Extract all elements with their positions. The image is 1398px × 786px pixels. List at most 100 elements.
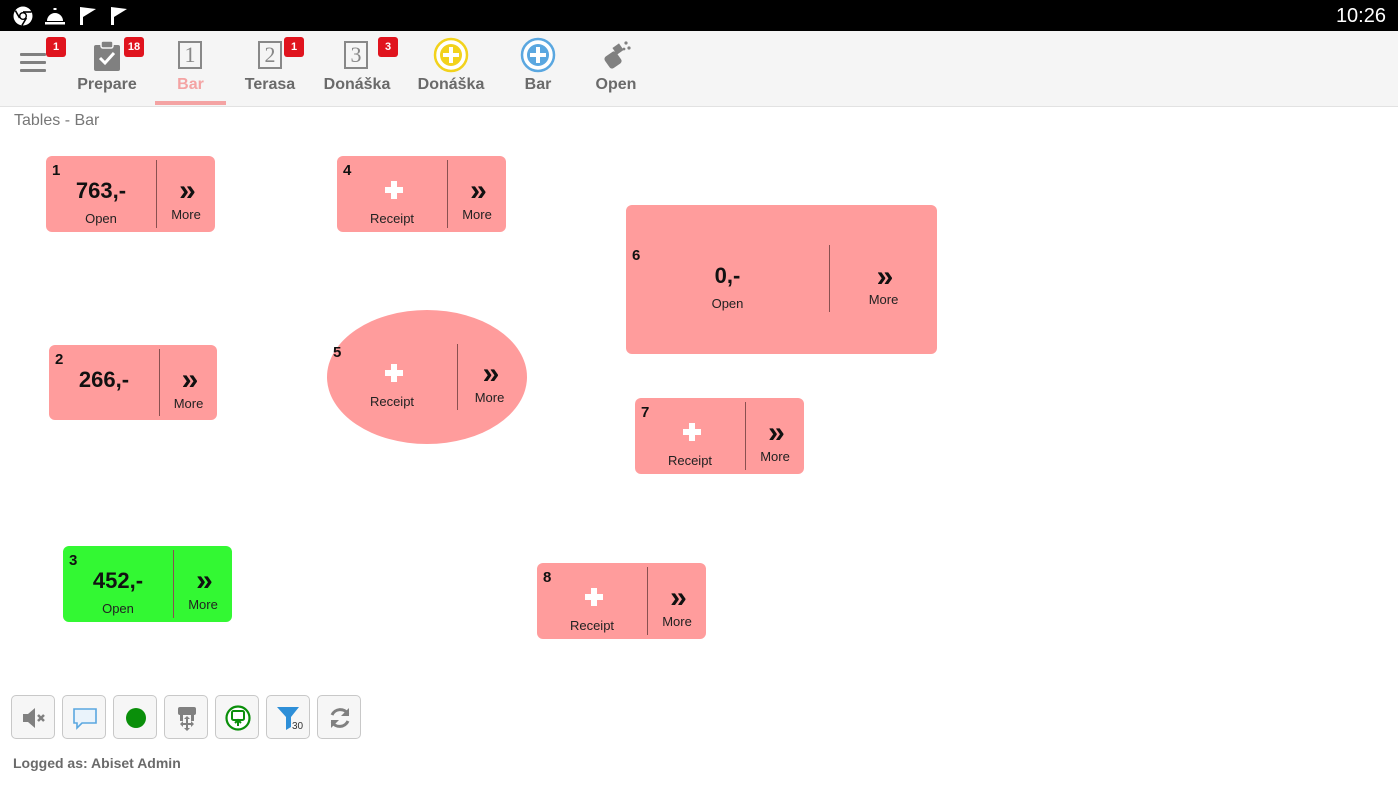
more-label: More <box>760 449 790 464</box>
table-1[interactable]: 1 763,- Open » More <box>46 156 215 232</box>
table-more-button[interactable]: » More <box>648 563 706 639</box>
terminal-button[interactable] <box>215 695 259 739</box>
add-donaska-label: Donáška <box>417 76 485 93</box>
receipt-label: Receipt <box>667 453 713 468</box>
table-amount: 0,- <box>714 263 741 288</box>
receipt-button[interactable]: Receipt <box>327 310 457 444</box>
double-chevron-right-icon: » <box>482 357 500 390</box>
refresh-button[interactable] <box>317 695 361 739</box>
terasa-badge: 1 <box>284 37 304 57</box>
more-label: More <box>474 390 505 405</box>
table-3[interactable]: 3 452,- Open » More <box>63 546 232 622</box>
plus-icon <box>683 423 701 441</box>
more-label: More <box>188 597 218 612</box>
open-label: Open <box>595 76 637 93</box>
filter-count: 30 <box>292 721 304 732</box>
chrome-icon <box>13 6 33 26</box>
plus-icon <box>585 588 603 606</box>
filter-button[interactable]: 30 <box>266 695 310 739</box>
active-tab-indicator <box>155 101 226 105</box>
table-7[interactable]: 7 Receipt » More <box>635 398 804 474</box>
refresh-icon <box>330 708 350 728</box>
receipt-label: Receipt <box>569 618 615 633</box>
add-circle-yellow-icon <box>433 37 469 73</box>
double-chevron-right-icon: » <box>876 260 894 293</box>
table-amount: 266,- <box>78 367 130 392</box>
receipt-button[interactable]: Receipt <box>337 156 447 232</box>
table-more-button[interactable]: » More <box>448 156 506 232</box>
double-chevron-right-icon: » <box>768 416 785 449</box>
logged-as-label: Logged as: Abiset Admin <box>13 755 181 771</box>
table-status: Open <box>85 211 117 226</box>
table-status: Open <box>102 601 134 616</box>
donaska-badge: 3 <box>378 37 398 57</box>
table-more-button[interactable]: » More <box>160 345 217 420</box>
table-4[interactable]: 4 Receipt » More <box>337 156 506 232</box>
speaker-mute-icon <box>23 708 45 728</box>
menu-button[interactable]: 1 <box>10 31 66 107</box>
table-6[interactable]: 6 0,- Open » More <box>626 205 937 354</box>
spray-cleaning-icon <box>604 41 631 69</box>
table-main-area[interactable]: 452,- Open <box>63 546 173 622</box>
table-more-button[interactable]: » More <box>746 398 804 474</box>
status-clock: 10:26 <box>1335 5 1386 27</box>
table-status: Open <box>711 296 744 311</box>
mute-button[interactable] <box>11 695 55 739</box>
number-1-icon: 1 <box>178 41 202 69</box>
table-5[interactable]: 5 Receipt » More <box>327 310 527 444</box>
checkmark-flag-icon <box>111 7 128 25</box>
table-2[interactable]: 2 266,- » More <box>49 345 217 420</box>
tab-donaska[interactable]: 3 3 Donáška <box>322 31 398 107</box>
status-button[interactable] <box>113 695 157 739</box>
chat-bubble-icon <box>73 708 97 730</box>
table-8[interactable]: 8 Receipt » More <box>537 563 706 639</box>
move-tables-button[interactable] <box>164 695 208 739</box>
tab-terasa-label: Terasa <box>244 76 296 93</box>
receipt-button[interactable]: Receipt <box>635 398 745 474</box>
tab-bar[interactable]: 1 Bar <box>155 31 226 107</box>
add-donaska-button[interactable]: Donáška <box>414 31 488 107</box>
section-title: Tables - Bar <box>14 112 100 129</box>
add-bar-button[interactable]: Bar <box>510 31 566 107</box>
number-3-icon: 3 <box>344 41 368 69</box>
move-tables-icon <box>178 707 196 731</box>
table-more-button[interactable]: » More <box>157 156 215 232</box>
clipboard-check-icon <box>94 40 120 71</box>
double-chevron-right-icon: » <box>470 174 487 207</box>
table-main-area[interactable]: 266,- <box>49 345 159 420</box>
tab-bar-label: Bar <box>177 76 204 93</box>
toolbar: 1 18 Prepare 1 Bar 2 1 Terasa 3 3 Donášk… <box>0 31 1398 107</box>
open-button[interactable]: Open <box>588 31 644 107</box>
add-bar-label: Bar <box>524 76 552 93</box>
table-amount: 763,- <box>75 178 127 203</box>
menu-badge: 1 <box>46 37 66 57</box>
table-more-button[interactable]: » More <box>174 546 232 622</box>
table-more-button[interactable]: » More <box>830 205 937 354</box>
table-more-button[interactable]: » More <box>458 310 521 444</box>
checkmark-flag-icon <box>80 7 97 25</box>
receipt-label: Receipt <box>369 211 415 226</box>
table-main-area[interactable]: 763,- Open <box>46 156 156 232</box>
double-chevron-right-icon: » <box>670 581 687 614</box>
receipt-button[interactable]: Receipt <box>537 563 647 639</box>
hamburger-menu-icon <box>20 53 46 72</box>
table-main-area[interactable]: 0,- Open <box>626 205 829 354</box>
message-button[interactable] <box>62 695 106 739</box>
table-amount: 452,- <box>92 568 144 593</box>
tab-donaska-label: Donáška <box>323 76 391 93</box>
number-2-icon: 2 <box>258 41 282 69</box>
status-bar: 10:26 <box>0 0 1398 31</box>
tab-prepare-label: Prepare <box>77 76 137 93</box>
more-label: More <box>462 207 492 222</box>
service-bell-icon <box>45 8 65 25</box>
double-chevron-right-icon: » <box>179 174 196 207</box>
more-label: More <box>868 292 899 307</box>
tab-prepare[interactable]: 18 Prepare <box>72 31 144 107</box>
double-chevron-right-icon: » <box>196 564 213 597</box>
add-circle-blue-icon <box>520 37 556 73</box>
pos-terminal-icon <box>225 705 251 731</box>
tab-terasa[interactable]: 2 1 Terasa <box>236 31 304 107</box>
more-label: More <box>662 614 692 629</box>
prepare-badge: 18 <box>124 37 144 57</box>
double-chevron-right-icon: » <box>181 363 199 396</box>
